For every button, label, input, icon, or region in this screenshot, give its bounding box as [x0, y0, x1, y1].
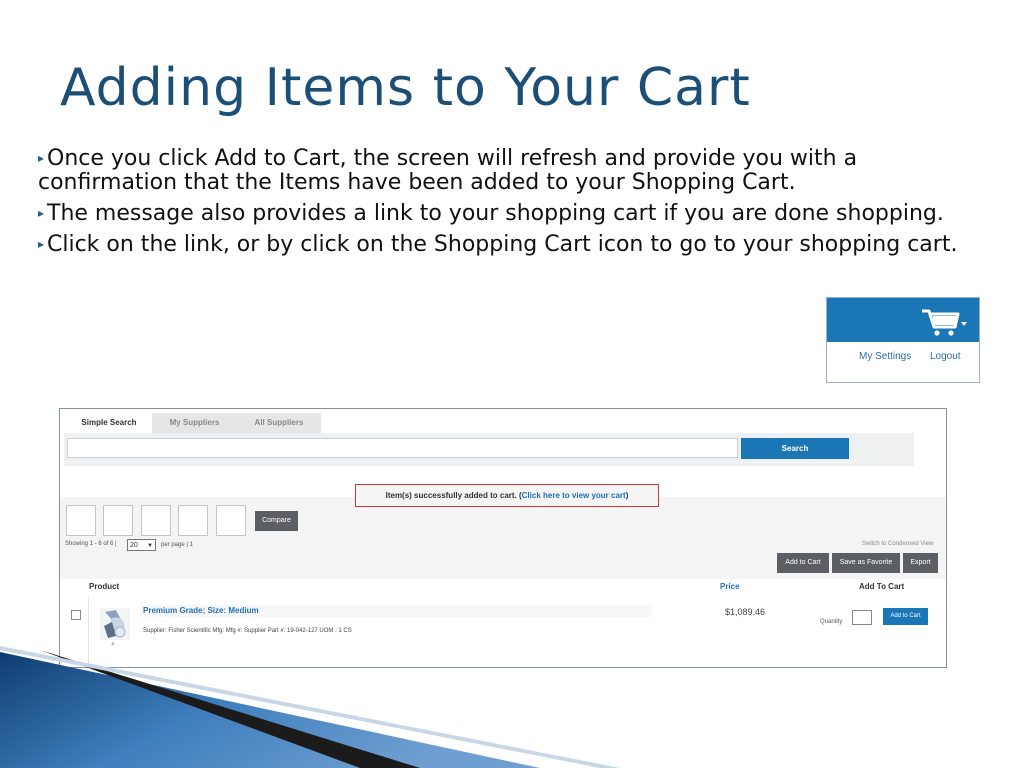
column-add-to-cart: Add To Cart [859, 582, 905, 591]
search-bar: Search [64, 433, 914, 466]
header-widget-panel: My Settings Logout [826, 297, 980, 383]
table-header: Product Price Add To Cart [60, 579, 946, 598]
add-to-cart-button[interactable]: Add to Cart [777, 553, 829, 573]
my-settings-link[interactable]: My Settings [859, 351, 911, 362]
bullet-item: ▸ The message also provides a link to you… [38, 201, 998, 226]
bullet-marker-icon: ▸ [38, 237, 45, 251]
search-button[interactable]: Search [741, 438, 849, 459]
column-price[interactable]: Price [720, 582, 740, 591]
compare-slot[interactable] [178, 505, 208, 536]
message-text: Item(s) successfully added to cart. ( [385, 491, 522, 500]
tab-my-suppliers[interactable]: My Suppliers [152, 413, 237, 433]
per-page-select[interactable]: 20 ▼ [127, 539, 156, 551]
header-widget-bar [827, 298, 979, 342]
compare-slot[interactable] [141, 505, 171, 536]
compare-slot[interactable] [103, 505, 133, 536]
tab-all-suppliers[interactable]: All Suppliers [237, 413, 321, 433]
chevron-down-icon: ▼ [147, 543, 153, 549]
per-page-value: 20 [130, 542, 138, 549]
bullet-item: ▸ Once you click Add to Cart, the screen … [38, 146, 998, 195]
chevron-down-icon [961, 322, 967, 326]
message-close-paren: ) [625, 491, 629, 500]
corner-decoration [0, 646, 620, 768]
save-as-favorite-button[interactable]: Save as Favorite [832, 553, 900, 573]
search-input[interactable] [67, 438, 738, 458]
bullet-marker-icon: ▸ [38, 206, 45, 220]
bullet-list: ▸ Once you click Add to Cart, the screen … [38, 146, 998, 263]
bullet-marker-icon: ▸ [38, 151, 45, 165]
bullet-text: Click on the link, or by click on the Sh… [47, 232, 958, 257]
export-button[interactable]: Export [903, 553, 938, 573]
bullet-text: The message also provides a link to your… [47, 201, 944, 226]
compare-slot[interactable] [216, 505, 246, 536]
bullet-item: ▸ Click on the link, or by click on the S… [38, 232, 998, 257]
switch-view-link[interactable]: Switch to Condensed View [862, 541, 933, 547]
slide-title: Adding Items to Your Cart [60, 58, 751, 118]
shopping-cart-icon[interactable] [919, 305, 971, 337]
per-page-label: per page | 1 [161, 542, 193, 548]
compare-slot[interactable] [66, 505, 96, 536]
logout-link[interactable]: Logout [930, 351, 961, 362]
view-cart-link[interactable]: Click here to view your cart [522, 491, 626, 500]
bullet-text: Once you click Add to Cart, the screen w… [38, 146, 858, 195]
results-count: Showing 1 - 6 of 6 | [65, 541, 117, 547]
compare-button[interactable]: Compare [255, 511, 298, 531]
tab-simple-search[interactable]: Simple Search [66, 413, 152, 433]
added-to-cart-message: Item(s) successfully added to cart. (Cli… [355, 484, 659, 507]
column-product: Product [89, 582, 120, 591]
